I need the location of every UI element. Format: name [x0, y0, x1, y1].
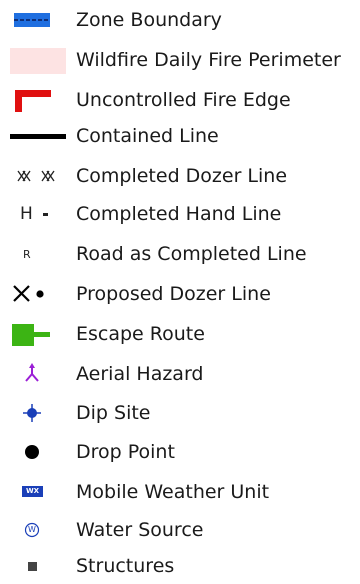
aerial-hazard-icon: [0, 356, 70, 392]
legend-item-dip-site: Dip Site: [0, 395, 360, 431]
legend-label: Road as Completed Line: [76, 243, 307, 265]
legend-label: Contained Line: [76, 125, 219, 147]
completed-dozer-line-icon: [0, 158, 70, 194]
legend-item-mobile-weather-unit: WX Mobile Weather Unit: [0, 474, 360, 510]
legend-label: Completed Dozer Line: [76, 165, 288, 187]
legend-label: Proposed Dozer Line: [76, 283, 271, 305]
legend-label: Drop Point: [76, 441, 175, 463]
legend-item-uncontrolled-fire-edge: Uncontrolled Fire Edge: [0, 82, 360, 118]
fire-perimeter-icon: [0, 42, 70, 78]
contained-line-icon: [0, 118, 70, 154]
legend-item-proposed-dozer-line: Proposed Dozer Line: [0, 276, 360, 312]
legend-label: Wildfire Daily Fire Perimeter: [76, 49, 341, 71]
water-source-icon: W: [0, 512, 70, 548]
drop-point-icon: [0, 434, 70, 470]
completed-hand-line-icon: H: [0, 196, 70, 232]
legend-label: Escape Route: [76, 323, 205, 345]
legend-item-water-source: W Water Source: [0, 512, 360, 548]
map-legend: Zone Boundary Wildfire Daily Fire Perime…: [0, 0, 360, 584]
water-source-glyph: W: [28, 525, 36, 534]
legend-item-drop-point: Drop Point: [0, 434, 360, 470]
legend-item-fire-perimeter: Wildfire Daily Fire Perimeter: [0, 42, 360, 78]
structures-icon: [0, 548, 70, 584]
proposed-dozer-line-icon: [0, 276, 70, 312]
legend-item-completed-hand-line: H Completed Hand Line: [0, 196, 360, 232]
legend-item-escape-route: Escape Route: [0, 316, 360, 352]
zone-boundary-icon: [0, 2, 70, 38]
mobile-weather-unit-icon: WX: [0, 474, 70, 510]
weather-unit-glyph: WX: [25, 487, 40, 495]
legend-label: Water Source: [76, 519, 204, 541]
legend-item-contained-line: Contained Line: [0, 118, 360, 154]
road-completed-line-icon: R: [0, 236, 70, 272]
legend-label: Uncontrolled Fire Edge: [76, 89, 291, 111]
legend-label: Structures: [76, 555, 175, 577]
legend-label: Dip Site: [76, 402, 151, 424]
legend-item-structures: Structures: [0, 548, 360, 584]
legend-label: Aerial Hazard: [76, 363, 204, 385]
road-glyph: R: [23, 248, 31, 261]
legend-item-zone-boundary: Zone Boundary: [0, 2, 360, 38]
uncontrolled-fire-edge-icon: [0, 82, 70, 118]
legend-label: Mobile Weather Unit: [76, 481, 270, 503]
legend-item-aerial-hazard: Aerial Hazard: [0, 356, 360, 392]
legend-item-completed-dozer-line: Completed Dozer Line: [0, 158, 360, 194]
legend-item-road-completed-line: R Road as Completed Line: [0, 236, 360, 272]
legend-label: Completed Hand Line: [76, 203, 282, 225]
dip-site-icon: [0, 395, 70, 431]
legend-label: Zone Boundary: [76, 9, 222, 31]
escape-route-icon: [0, 316, 70, 352]
